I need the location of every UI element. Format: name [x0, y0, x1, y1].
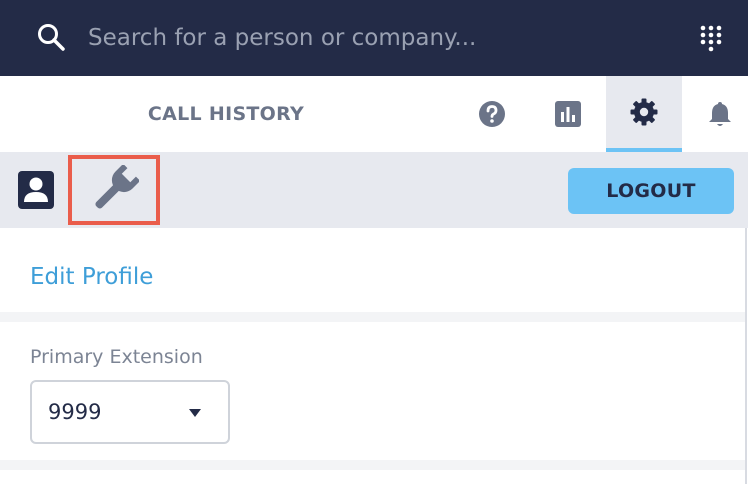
logout-button[interactable]: LOGOUT: [568, 168, 734, 214]
search-input[interactable]: [88, 20, 678, 56]
primary-extension-section: Primary Extension 9999: [0, 322, 745, 460]
primary-extension-value: 9999: [48, 400, 102, 424]
tab-settings[interactable]: [606, 76, 682, 152]
tab-help[interactable]: [454, 76, 530, 152]
search-bar: [0, 0, 748, 76]
stats-icon: [555, 101, 581, 127]
tools-button[interactable]: [68, 155, 160, 225]
edit-profile-link[interactable]: Edit Profile: [30, 264, 153, 290]
help-icon: [479, 101, 505, 127]
dialpad-icon[interactable]: [699, 24, 723, 52]
scrollbar[interactable]: [745, 228, 747, 484]
gear-icon: [630, 98, 658, 126]
tab-stats[interactable]: [530, 76, 606, 152]
section-divider: [0, 460, 745, 470]
chevron-down-icon: [189, 409, 201, 417]
section-divider: [0, 312, 745, 322]
primary-extension-label: Primary Extension: [30, 346, 203, 368]
tab-call-history[interactable]: CALL HISTORY: [128, 76, 324, 152]
profile-icon[interactable]: [16, 169, 56, 211]
tab-notifications[interactable]: [682, 76, 748, 152]
search-icon[interactable]: [36, 22, 66, 52]
wrench-icon: [95, 165, 139, 209]
edit-profile-section: Edit Profile: [0, 228, 745, 312]
primary-extension-select[interactable]: 9999: [30, 380, 230, 444]
bell-icon: [709, 102, 731, 126]
tab-bar: CALL HISTORY: [0, 76, 748, 152]
settings-toolbar: LOGOUT: [0, 152, 748, 228]
